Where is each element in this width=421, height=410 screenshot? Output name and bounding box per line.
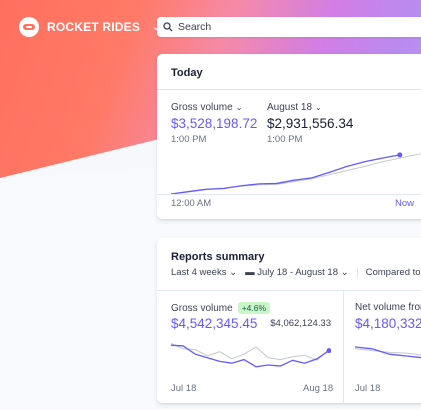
divider [157, 89, 421, 90]
reports-title: Reports summary [171, 251, 265, 263]
period-filter[interactable]: Last 4 weeks ⌄ [171, 267, 237, 278]
gross-volume-selector[interactable]: Gross volume ⌄ [171, 102, 242, 113]
net-report-start: Jul 18 [355, 383, 381, 394]
gross-volume-value: $3,528,198.72 [171, 116, 258, 131]
current-point [397, 152, 403, 158]
gross-report-value: $4,542,345.45 [171, 316, 258, 331]
chevron-down-icon: ⌄ [340, 267, 349, 278]
gross-volume-time: 1:00 PM [171, 134, 207, 145]
net-report-value: $4,180,332.5 [355, 316, 421, 331]
change-badge: +4.6% [237, 302, 271, 314]
chart-start-label: 12:00 AM [171, 198, 212, 209]
gross-report-start: Jul 18 [171, 383, 197, 394]
net-volume-label: Net volume from [355, 302, 421, 313]
today-title: Today [171, 67, 203, 79]
rocket-logo-icon [19, 17, 39, 37]
compare-value: $2,931,556.34 [267, 116, 354, 131]
today-chart [171, 152, 421, 195]
today-card: Today Gross volume ⌄ $3,528,198.72 1:00 P… [157, 54, 421, 219]
chevron-down-icon: ⌄ [229, 267, 238, 278]
net-report-chart[interactable] [355, 338, 421, 378]
gross-compare-line [171, 342, 330, 361]
calendar-icon: ▬ [245, 267, 255, 278]
search-input[interactable]: Search [157, 17, 421, 37]
filter-separator [356, 267, 358, 278]
compare-series-line [171, 153, 421, 195]
range-filter[interactable]: ▬ July 18 - August 18 ⌄ [245, 267, 349, 278]
search-placeholder: Search [178, 21, 212, 33]
compare-filter[interactable]: Compared to pr [366, 267, 421, 278]
chevron-down-icon: ⌄ [235, 103, 243, 112]
account-switcher[interactable]: ROCKET RIDES ⌄ [19, 17, 161, 37]
column-divider [343, 290, 344, 403]
gross-report-chart[interactable] [171, 338, 331, 378]
reports-summary-card: Reports summary Last 4 weeks ⌄ ▬ July 18… [157, 238, 421, 403]
now-link[interactable]: Now [395, 198, 414, 209]
divider [157, 194, 421, 195]
gross-report-prev: $4,062,124.33 [270, 318, 331, 329]
search-icon [163, 22, 173, 32]
brand-name: ROCKET RIDES [47, 20, 141, 34]
compare-date-selector[interactable]: August 18 ⌄ [267, 102, 322, 113]
compare-time: 1:00 PM [267, 134, 303, 145]
today-series-line [171, 154, 400, 195]
divider [157, 290, 421, 291]
gross-volume-report-label: Gross volume +4.6% [171, 302, 271, 314]
chevron-down-icon: ⌄ [315, 103, 322, 112]
gross-report-end: Aug 18 [303, 383, 334, 394]
